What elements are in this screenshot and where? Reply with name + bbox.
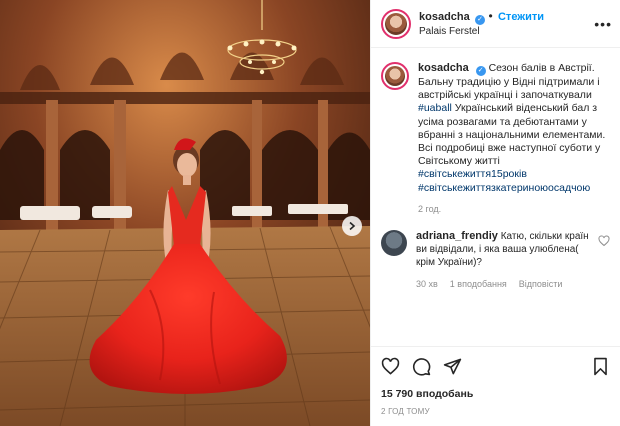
verified-badge-icon: ✓ [475,66,486,76]
ballroom-photo [0,0,370,426]
comment-icon[interactable] [412,357,431,376]
comments-section: kosadcha ✓ Сезон балів в Австрії. Бальну… [371,48,620,346]
commenter-username[interactable]: adriana_frendiy [416,230,498,242]
instagram-post: kosadcha ✓ • Стежити Palais Ferstel ••• … [0,0,620,426]
comment-time[interactable]: 30 хв [416,279,438,289]
caption-username[interactable]: kosadcha [418,62,469,74]
post-timestamp[interactable]: 2 ГОД ТОМУ [371,407,620,416]
comment-meta: 30 хв 1 вподобання Відповісти [416,279,610,289]
heart-icon[interactable] [381,357,400,376]
caption-time[interactable]: 2 год. [418,204,610,214]
action-bar [371,346,620,386]
paper-plane-icon[interactable] [443,357,462,376]
chevron-right-icon [349,221,356,231]
hashtag-15-years[interactable]: #світськежиття15років [418,168,527,180]
author-username[interactable]: kosadcha [419,11,470,23]
author-avatar[interactable] [381,8,411,39]
next-photo-button[interactable] [342,216,362,236]
hashtag-uaball[interactable]: #uaball [418,102,452,114]
post-sidebar: kosadcha ✓ • Стежити Palais Ferstel ••• … [370,0,620,426]
follow-button[interactable]: Стежити [498,11,544,23]
comment-item: adriana_frendiy Катю, скільки країн ви в… [381,229,610,269]
reply-button[interactable]: Відповісти [519,279,563,289]
commenter-avatar[interactable] [381,229,407,256]
post-header: kosadcha ✓ • Стежити Palais Ferstel ••• [371,0,620,48]
likes-count[interactable]: 15 790 вподобань [371,388,620,400]
hashtag-osadcha[interactable]: #світськежиттязкатериноюосадчою [418,182,590,194]
more-options-icon[interactable]: ••• [594,16,612,32]
bookmark-icon[interactable] [591,357,610,376]
caption-avatar[interactable] [381,62,409,90]
post-caption: kosadcha ✓ Сезон балів в Австрії. Бальну… [381,62,610,195]
post-location[interactable]: Palais Ferstel [419,25,594,39]
verified-badge-icon: ✓ [475,14,486,25]
comment-like-icon[interactable] [598,235,610,247]
post-photo[interactable] [0,0,370,426]
comment-likes-count[interactable]: 1 вподобання [450,279,507,289]
